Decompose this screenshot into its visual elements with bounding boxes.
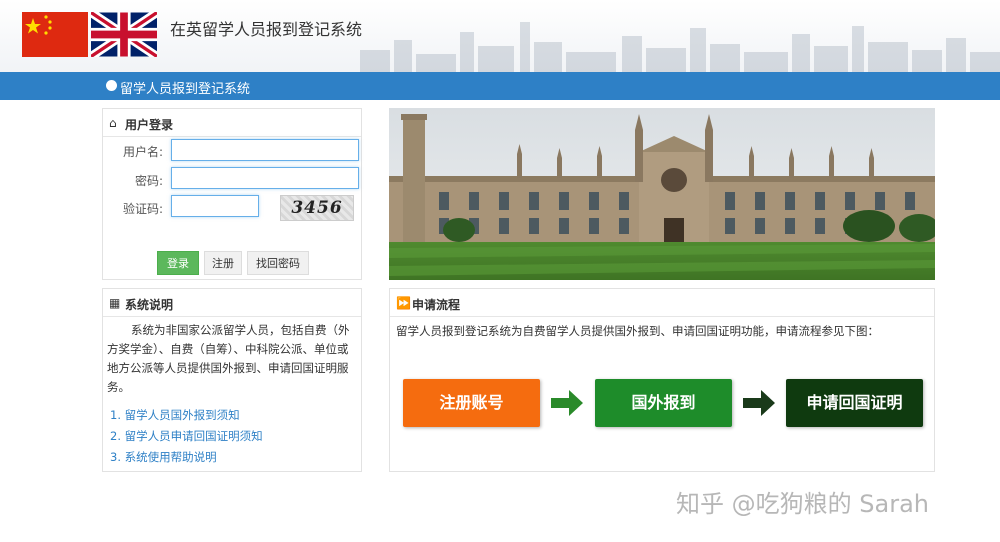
username-label: 用户名: [122,145,163,159]
nav-title[interactable]: 留学人员报到登记系统 [120,78,250,97]
step-return-certificate[interactable]: 申请回国证明 [786,379,923,427]
arrow-right-icon [551,390,583,416]
home-icon: ⌂ [109,116,117,130]
site-header: 在英留学人员报到登记系统 [0,0,1000,72]
forgot-password-button[interactable]: 找回密码 [247,251,309,275]
link-return-certificate-notice[interactable]: 2. 留学人员申请回国证明须知 [110,428,263,444]
site-title: 在英留学人员报到登记系统 [170,20,363,39]
campus-photo [389,108,935,280]
captcha-label: 验证码: [122,202,163,216]
process-header: ⏩ 申请流程 [390,289,934,317]
city-skyline-decoration [360,22,1000,72]
register-button[interactable]: 注册 [204,251,242,275]
login-panel: ⌂ 用户登录 用户名: 密码: 验证码: 3456 登录 注册 找回密码 [102,108,362,280]
china-flag-icon [22,12,88,57]
link-help-guide[interactable]: 3. 系统使用帮助说明 [110,449,217,465]
system-info-header: ▦ 系统说明 [103,289,361,317]
system-info-description: 系统为非国家公派留学人员，包括自费（外方奖学金）、自费（自筹）、中科院公派、单位… [107,323,350,394]
login-button[interactable]: 登录 [157,251,199,275]
double-arrow-icon: ⏩ [396,296,411,310]
system-info-title: 系统说明 [125,298,174,312]
captcha-image[interactable]: 3456 [280,195,354,221]
process-description: 留学人员报到登记系统为自费留学人员提供国外报到、申请回国证明功能，申请流程参见下… [396,324,879,338]
link-overseas-report-notice[interactable]: 1. 留学人员国外报到须知 [110,407,240,423]
login-panel-header: ⌂ 用户登录 [103,109,361,137]
nav-bar: 留学人员报到登记系统 [0,72,1000,100]
system-info-panel: ▦ 系统说明 系统为非国家公派留学人员，包括自费（外方奖学金）、自费（自筹）、中… [102,288,362,472]
process-panel: ⏩ 申请流程 留学人员报到登记系统为自费留学人员提供国外报到、申请回国证明功能，… [389,288,935,472]
username-input[interactable] [171,139,359,161]
windows-grid-icon: ▦ [109,296,121,310]
process-title: 申请流程 [412,298,461,312]
globe-icon [106,80,117,91]
arrow-right-icon [743,390,775,416]
password-label: 密码: [134,174,163,188]
watermark: 知乎 @吃狗粮的 Sarah [676,490,929,518]
uk-flag-icon [88,8,160,61]
captcha-input[interactable] [171,195,259,217]
login-panel-title: 用户登录 [125,118,174,132]
password-input[interactable] [171,167,359,189]
step-register-account[interactable]: 注册账号 [403,379,540,427]
step-overseas-report[interactable]: 国外报到 [595,379,732,427]
